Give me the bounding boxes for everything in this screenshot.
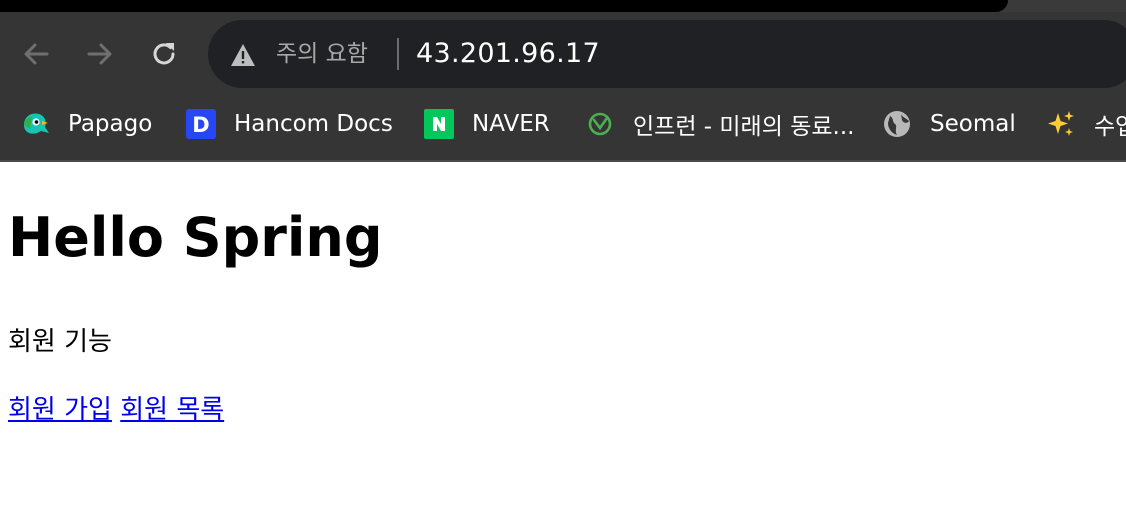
naver-icon	[424, 109, 454, 139]
arrow-left-icon	[24, 43, 49, 65]
bookmark-label: Hancom Docs	[234, 111, 393, 137]
bookmark-seomal[interactable]: Seomal	[882, 108, 1016, 140]
back-button[interactable]	[18, 36, 54, 72]
hancom-docs-icon: D	[186, 109, 216, 139]
sparkles-icon	[1046, 109, 1076, 139]
page-title: Hello Spring	[8, 206, 383, 269]
bookmark-label: NAVER	[472, 111, 550, 137]
address-bar[interactable]: 주의 요함 43.201.96.17	[208, 20, 1126, 88]
bookmarks-bar: Papago D Hancom Docs NAVER 인프런 - 미래의 동료.…	[0, 88, 1126, 162]
svg-text:D: D	[192, 113, 209, 137]
globe-icon	[882, 109, 912, 139]
member-links: 회원 가입 회원 목록	[8, 394, 224, 426]
arrow-right-icon	[87, 43, 112, 65]
url-text[interactable]: 43.201.96.17	[416, 38, 600, 70]
bookmark-hancom-docs[interactable]: D Hancom Docs	[186, 108, 393, 140]
bookmark-naver[interactable]: NAVER	[424, 108, 550, 140]
active-tab-edge	[0, 0, 1008, 12]
reload-icon	[153, 43, 175, 65]
bookmark-inflearn[interactable]: 인프런 - 미래의 동료...	[585, 108, 854, 140]
forward-button[interactable]	[82, 36, 118, 72]
member-list-link[interactable]: 회원 목록	[120, 395, 224, 425]
security-status-text[interactable]: 주의 요함	[276, 40, 368, 68]
inflearn-icon	[585, 109, 615, 139]
bookmark-papago[interactable]: Papago	[20, 108, 152, 140]
bookmark-class[interactable]: 수업	[1046, 108, 1126, 140]
bookmark-label: Seomal	[930, 111, 1016, 137]
warning-icon[interactable]	[230, 43, 256, 67]
omnibox-divider	[397, 38, 399, 70]
papago-icon	[20, 109, 50, 139]
reload-button[interactable]	[146, 36, 182, 72]
signup-link[interactable]: 회원 가입	[8, 395, 112, 425]
bookmark-label: Papago	[68, 111, 153, 137]
section-label: 회원 기능	[8, 327, 112, 357]
browser-toolbar: 주의 요함 43.201.96.17	[0, 12, 1126, 98]
bookmark-label: 인프런 - 미래의 동료...	[633, 114, 855, 140]
bookmark-label: 수업	[1094, 114, 1126, 140]
